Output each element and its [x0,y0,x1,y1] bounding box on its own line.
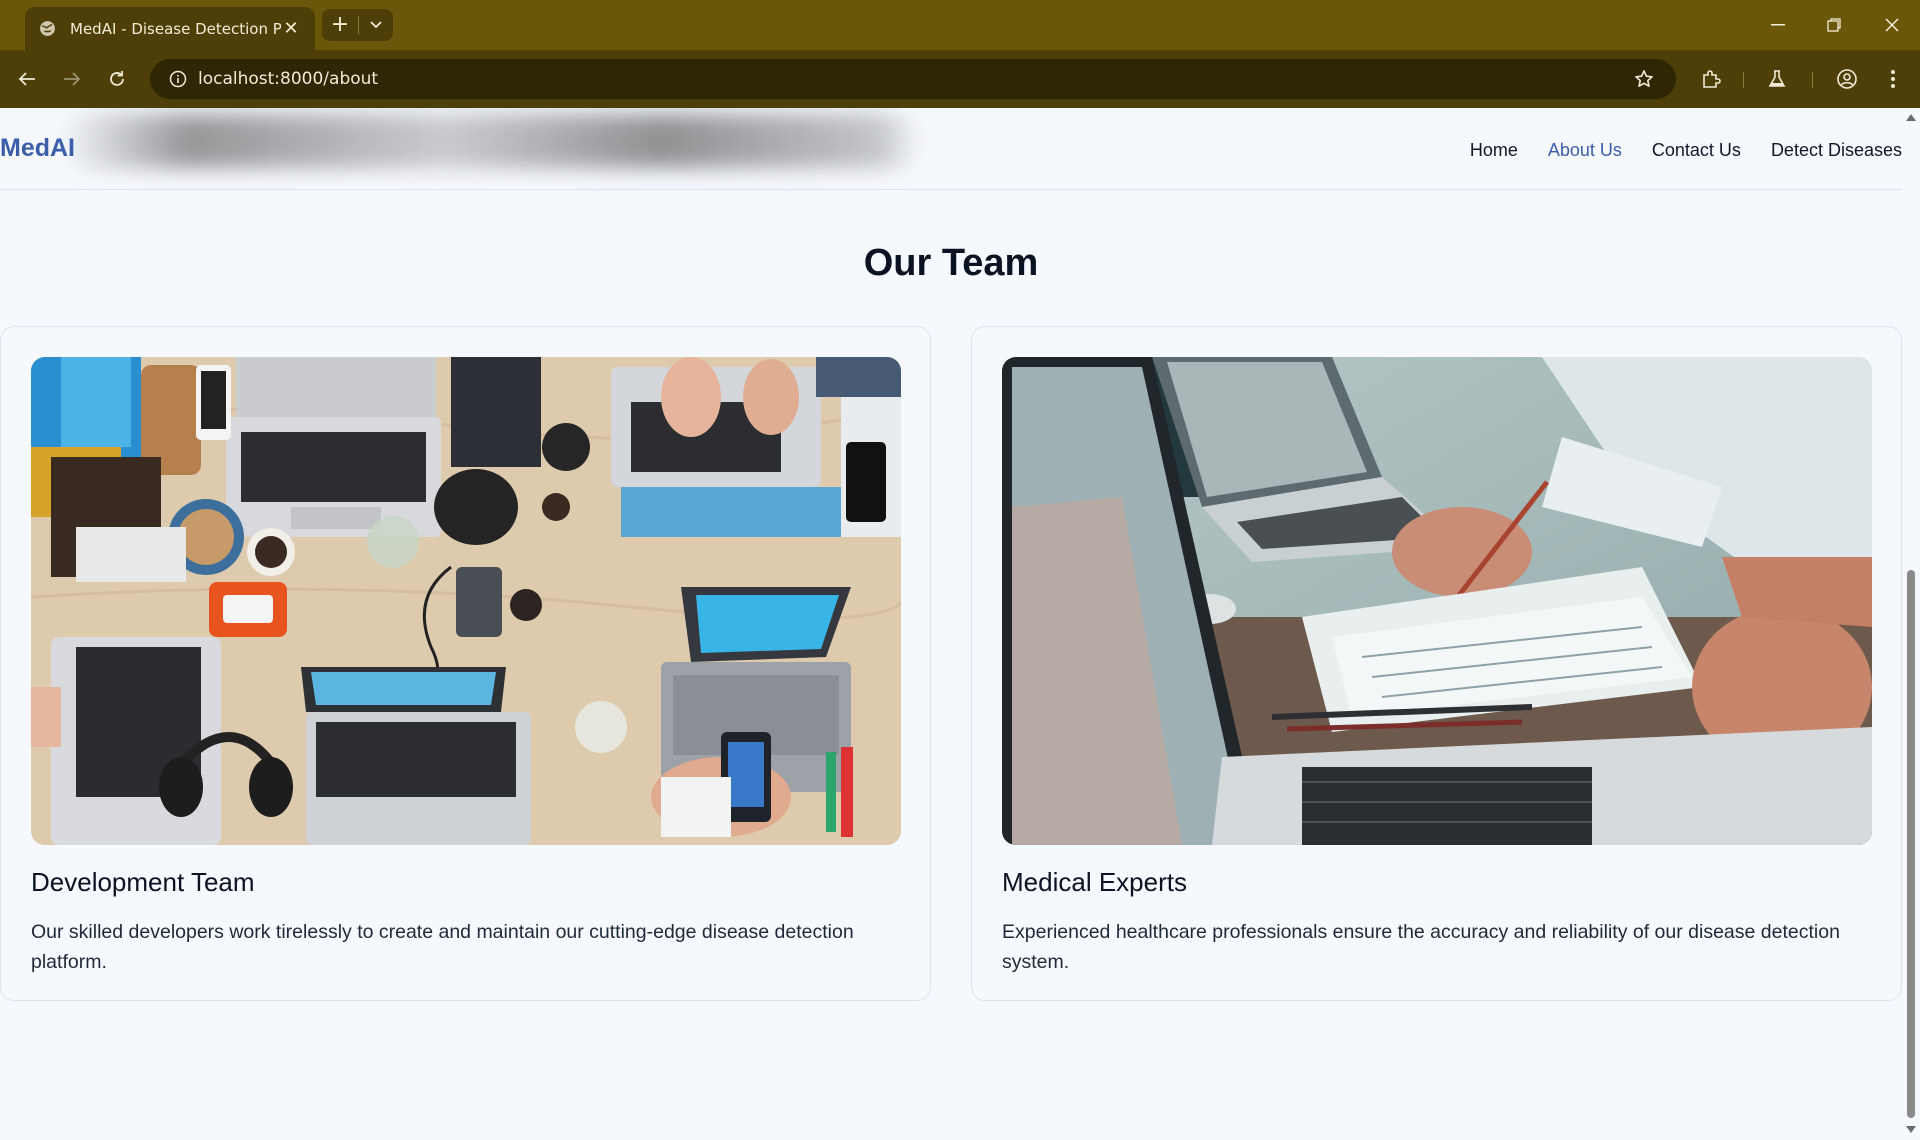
blurred-region [60,114,920,168]
nav-about-us[interactable]: About Us [1548,140,1622,161]
minimize-icon[interactable] [1750,0,1806,50]
team-card-medical: Medical Experts Experienced healthcare p… [971,326,1902,1001]
tab-title: MedAI - Disease Detection Plat [70,19,281,38]
globe-icon [40,21,55,36]
card-name: Medical Experts [1002,867,1187,897]
profile-icon[interactable] [1830,62,1864,96]
main-nav: Home About Us Contact Us Detect Diseases [1470,140,1902,161]
card-description: Experienced healthcare professionals ens… [1002,921,1840,973]
restore-icon[interactable] [1806,0,1862,50]
divider [1812,72,1813,88]
team-photo-developers [31,357,901,845]
page-viewport: MedAI Home About Us Contact Us Detect Di… [0,108,1902,1140]
plus-icon[interactable]: + [322,9,358,41]
flask-icon[interactable] [1760,62,1794,96]
nav-detect-diseases[interactable]: Detect Diseases [1771,140,1902,161]
divider [1743,72,1744,88]
puzzle-icon[interactable] [1694,62,1728,96]
browser-toolbar: localhost:8000/about [0,50,1920,108]
card-name: Development Team [31,867,255,897]
team-card-development: Development Team Our skilled developers … [0,326,931,1001]
team-photo-medical-experts [1002,357,1872,845]
address-bar[interactable]: localhost:8000/about [150,59,1676,99]
browser-tab-strip: MedAI - Disease Detection Plat ✕ + [0,0,1920,50]
nav-home[interactable]: Home [1470,140,1518,161]
scroll-down-icon[interactable] [1906,1126,1916,1133]
new-tab-group: + [322,9,393,41]
page-scrollbar[interactable] [1902,108,1920,1140]
section-title: Our Team [863,242,1039,284]
url-text[interactable]: localhost:8000/about [198,69,1624,89]
nav-contact-us[interactable]: Contact Us [1652,140,1741,161]
close-window-icon[interactable] [1864,0,1920,50]
star-icon[interactable] [1624,69,1664,89]
scroll-up-icon[interactable] [1906,114,1916,121]
scrollbar-thumb[interactable] [1907,570,1915,1118]
brand-logo[interactable]: MedAI [0,134,75,163]
kebab-icon[interactable] [1876,62,1910,96]
browser-tab[interactable]: MedAI - Disease Detection Plat ✕ [25,7,315,50]
forward-icon[interactable] [55,62,89,96]
reload-icon[interactable] [100,62,134,96]
close-icon[interactable]: ✕ [281,18,301,39]
site-header: MedAI Home About Us Contact Us Detect Di… [0,108,1902,190]
card-description: Our skilled developers work tirelessly t… [31,921,854,973]
chevron-down-icon[interactable] [359,21,393,29]
back-icon[interactable] [10,62,44,96]
info-icon[interactable] [158,70,198,88]
